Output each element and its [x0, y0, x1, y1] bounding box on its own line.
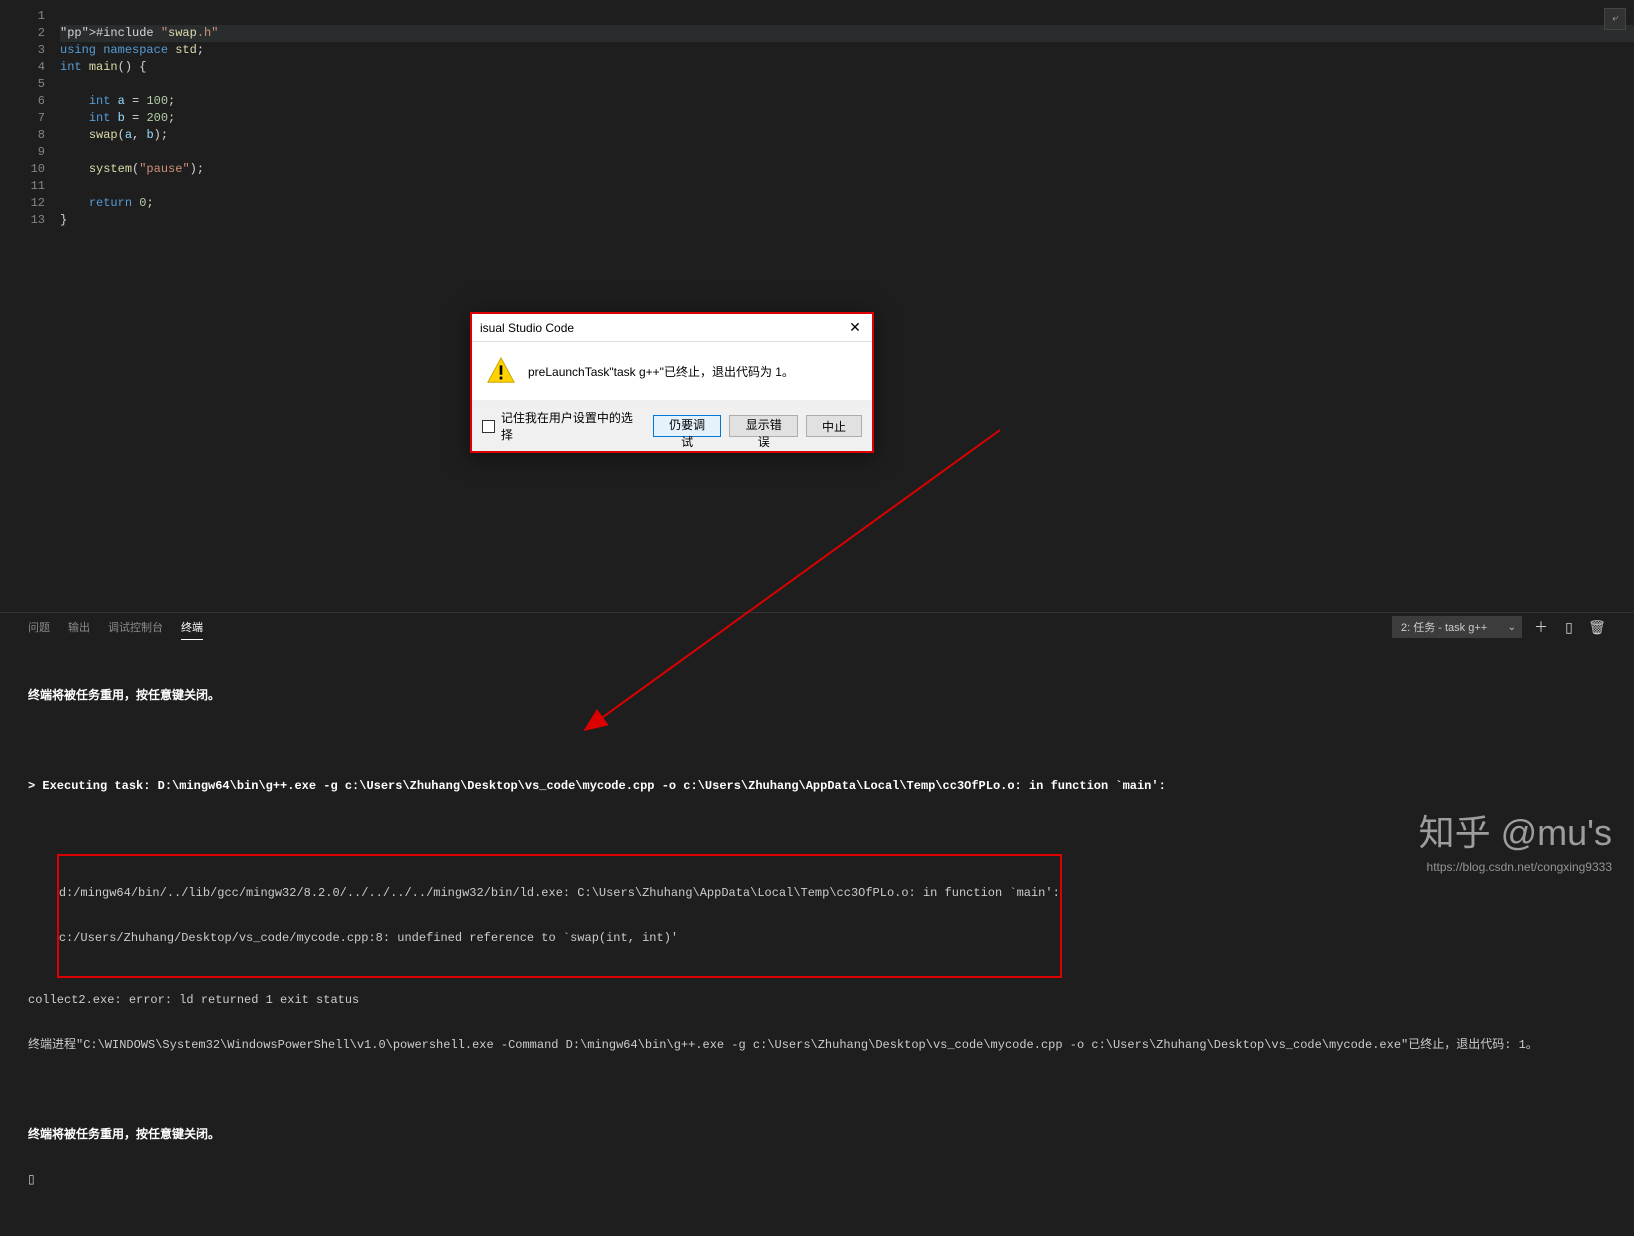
task-select-label: 2: 任务 - task g++	[1392, 616, 1522, 638]
tab-output[interactable]: 输出	[68, 615, 90, 639]
dialog-buttons: 仍要调试 显示错误 中止	[653, 415, 862, 437]
error-dialog: isual Studio Code ✕ preLaunchTask"task g…	[470, 312, 874, 453]
terminal-line: collect2.exe: error: ld returned 1 exit …	[28, 993, 1606, 1008]
terminal-line	[28, 734, 1606, 749]
terminal-line	[28, 824, 1606, 839]
task-selector[interactable]: 2: 任务 - task g++ ⌄	[1392, 616, 1522, 638]
dialog-title: isual Studio Code	[478, 321, 574, 335]
code-editor[interactable]: 12345678910111213 "pp">#include "swap.h"…	[0, 0, 1634, 600]
close-icon[interactable]: ✕	[844, 317, 866, 339]
line-gutter: 12345678910111213	[0, 0, 60, 600]
terminal-line: d:/mingw64/bin/../lib/gcc/mingw32/8.2.0/…	[59, 886, 1060, 901]
trash-icon[interactable]: 🗑	[1588, 619, 1606, 636]
terminal-line: 终端进程"C:\WINDOWS\System32\WindowsPowerShe…	[28, 1038, 1606, 1053]
error-highlight-box: d:/mingw64/bin/../lib/gcc/mingw32/8.2.0/…	[57, 854, 1062, 978]
cursor-line: ▯	[28, 1173, 1606, 1188]
code-area[interactable]: "pp">#include "swap.h"using namespace st…	[60, 0, 1634, 600]
abort-button[interactable]: 中止	[806, 415, 862, 437]
dialog-message: preLaunchTask"task g++"已终止，退出代码为 1。	[528, 363, 794, 380]
terminal-line: 终端将被任务重用，按任意键关闭。	[28, 1128, 1606, 1143]
checkbox-icon	[482, 420, 495, 433]
panel-tabs: 问题 输出 调试控制台 终端 2: 任务 - task g++ ⌄ ＋ ▯ 🗑	[0, 613, 1634, 641]
debug-anyway-button[interactable]: 仍要调试	[653, 415, 722, 437]
dialog-body: preLaunchTask"task g++"已终止，退出代码为 1。	[472, 342, 872, 400]
terminal-line: > Executing task: D:\mingw64\bin\g++.exe…	[28, 779, 1606, 794]
warning-icon	[486, 356, 516, 386]
tab-debug-console[interactable]: 调试控制台	[108, 615, 163, 639]
dialog-footer: 记住我在用户设置中的选择 仍要调试 显示错误 中止	[472, 400, 872, 451]
bottom-panel: 问题 输出 调试控制台 终端 2: 任务 - task g++ ⌄ ＋ ▯ 🗑 …	[0, 612, 1634, 934]
split-terminal-icon[interactable]: ▯	[1560, 619, 1578, 636]
dialog-titlebar: isual Studio Code ✕	[472, 314, 872, 342]
terminal-line	[28, 1083, 1606, 1098]
terminal-line: c:/Users/Zhuhang/Desktop/vs_code/mycode.…	[59, 931, 1060, 946]
tab-problems[interactable]: 问题	[28, 615, 50, 639]
new-terminal-icon[interactable]: ＋	[1532, 617, 1550, 637]
tab-terminal[interactable]: 终端	[181, 615, 203, 640]
wrap-icon[interactable]: ⤶	[1604, 8, 1626, 30]
show-error-button[interactable]: 显示错误	[729, 415, 798, 437]
terminal-line: 终端将被任务重用，按任意键关闭。	[28, 689, 1606, 704]
terminal-content[interactable]: 终端将被任务重用，按任意键关闭。 > Executing task: D:\mi…	[0, 641, 1634, 1236]
panel-actions: 2: 任务 - task g++ ⌄ ＋ ▯ 🗑	[1392, 616, 1606, 638]
checkbox-label: 记住我在用户设置中的选择	[501, 409, 643, 443]
remember-checkbox[interactable]: 记住我在用户设置中的选择	[482, 409, 643, 443]
